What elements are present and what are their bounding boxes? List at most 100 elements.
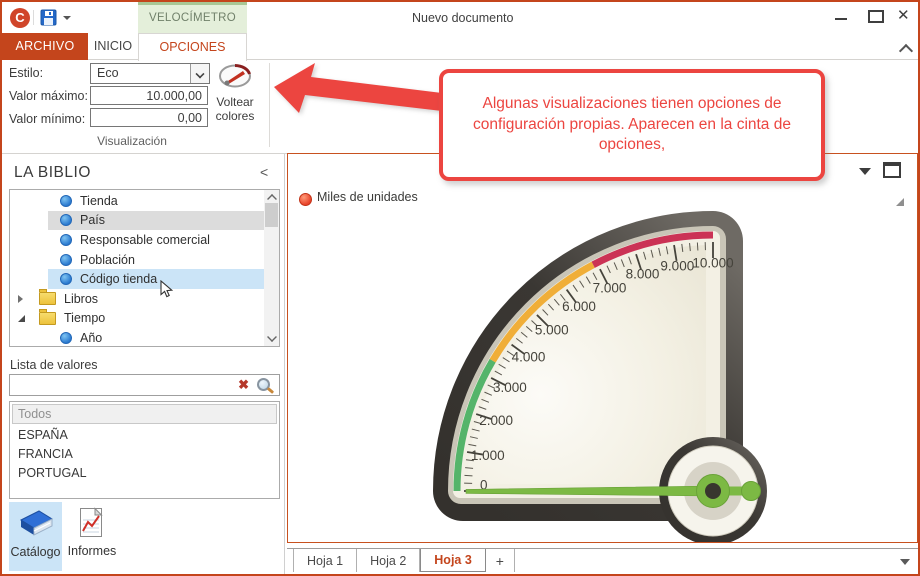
style-select[interactable]: Eco [90, 63, 210, 84]
clear-search-icon[interactable]: ✖ [238, 377, 249, 393]
panel-resize-grip-icon [896, 198, 904, 206]
list-item[interactable]: FRANCIA [10, 445, 279, 464]
svg-text:2.000: 2.000 [479, 413, 513, 428]
sidebar-collapse-icon[interactable]: < [260, 164, 268, 180]
gauge-visualization-panel[interactable]: Miles de unidades 01.0002.0003.0004.0005… [287, 153, 918, 543]
dimension-dot-icon [60, 254, 72, 266]
document-title: Nuevo documento [412, 11, 513, 25]
tree-item-label: País [80, 213, 105, 227]
tab-opciones[interactable]: OPCIONES [138, 33, 247, 61]
svg-text:6.000: 6.000 [562, 299, 596, 314]
panel-maximize-icon[interactable] [883, 162, 901, 178]
gauge-chart: 01.0002.0003.0004.0005.0006.0007.0008.00… [428, 206, 788, 543]
expander-collapsed-icon[interactable] [18, 295, 32, 303]
scroll-down-icon[interactable] [267, 332, 277, 342]
list-item[interactable]: PORTUGAL [10, 464, 279, 483]
minimize-button[interactable] [835, 18, 847, 20]
dimension-dot-icon [60, 214, 72, 226]
values-list: Todos ESPAÑAFRANCIAPORTUGAL [9, 401, 280, 499]
sheet-tab[interactable]: Hoja 3 [420, 549, 486, 572]
chevron-down-icon[interactable] [190, 64, 209, 83]
tree-item-body[interactable]: Año [48, 328, 264, 347]
divider [33, 10, 34, 25]
dimension-dot-icon [60, 195, 72, 207]
list-item[interactable]: ESPAÑA [10, 426, 279, 445]
list-item[interactable]: Todos [12, 404, 277, 424]
tree-item-label: Libros [64, 292, 98, 306]
min-value-label: Valor mínimo: [9, 112, 85, 126]
app-logo-icon[interactable]: C [10, 8, 30, 28]
tree-item-label: Tienda [80, 194, 118, 208]
tree-item[interactable]: Libros [10, 289, 264, 309]
tree-item-label: Responsable comercial [80, 233, 210, 247]
contextual-tab-velocimetro[interactable]: VELOCÍMETRO [138, 2, 247, 33]
folder-icon [39, 312, 56, 325]
tree-item-body[interactable]: Población [48, 250, 264, 270]
book-icon [16, 508, 56, 540]
sheet-tab[interactable]: Hoja 1 [293, 549, 357, 572]
tree-item-body[interactable]: Tienda [48, 191, 264, 211]
svg-text:10.000: 10.000 [692, 256, 733, 271]
close-button[interactable]: ✕ [897, 6, 910, 24]
svg-text:7.000: 7.000 [593, 280, 627, 295]
annotation-text: Algunas visualizaciones tienen opciones … [463, 94, 801, 157]
tree-item[interactable]: Código tienda [10, 269, 264, 289]
tree-item-body[interactable]: Tiempo [32, 309, 264, 329]
tree-item-body[interactable]: Código tienda [48, 269, 264, 289]
tree-item[interactable]: Tiempo [10, 309, 264, 329]
annotation-callout: Algunas visualizaciones tienen opciones … [439, 69, 825, 181]
legend-marker [299, 193, 312, 206]
reports-label: Informes [66, 544, 118, 558]
style-field-label: Estilo: [9, 66, 43, 80]
save-icon[interactable] [40, 9, 57, 26]
svg-text:9.000: 9.000 [660, 258, 694, 273]
quick-access-menu-icon[interactable] [63, 16, 71, 20]
flip-colors-label-2: colores [216, 109, 255, 123]
ribbon-group-label: Visualización [37, 134, 227, 148]
scrollbar-thumb[interactable] [265, 203, 278, 227]
tree-scrollbar[interactable] [264, 190, 279, 346]
dimension-dot-icon [60, 273, 72, 285]
tree-item[interactable]: Responsable comercial [10, 230, 264, 250]
tree-item-label: Población [80, 253, 135, 267]
search-icon[interactable] [257, 378, 270, 391]
app-window: C VELOCÍMETRO Nuevo documento ✕ ARCHIVO … [0, 0, 920, 576]
report-icon [79, 507, 105, 539]
max-value-field[interactable] [90, 86, 208, 105]
gauge-icon [218, 62, 252, 88]
sheet-tab[interactable]: Hoja 2 [357, 549, 420, 572]
tree-item-label: Año [80, 331, 102, 345]
tree-item[interactable]: País [10, 211, 264, 231]
expander-expanded-icon[interactable] [18, 315, 32, 322]
annotation-arrow [267, 57, 447, 127]
tree-item[interactable]: Población [10, 250, 264, 270]
dimension-tree: Tienda País Responsable comercial Población… [9, 189, 280, 347]
tab-inicio[interactable]: INICIO [88, 33, 138, 60]
sheet-overflow-icon[interactable] [900, 559, 910, 565]
maximize-button[interactable] [868, 10, 884, 23]
legend-label: Miles de unidades [317, 190, 418, 204]
tree-item[interactable]: Tienda [10, 191, 264, 211]
tree-item[interactable]: Año [10, 328, 264, 347]
catalog-button[interactable]: Catálogo [9, 502, 62, 571]
mouse-cursor [160, 280, 174, 298]
values-search-input[interactable] [12, 377, 226, 395]
tree-item-body[interactable]: País [48, 211, 264, 231]
values-list-label: Lista de valores [10, 358, 98, 372]
add-sheet-button[interactable]: + [486, 549, 515, 572]
svg-text:1.000: 1.000 [471, 448, 505, 463]
sheet-tab-strip: Hoja 1Hoja 2Hoja 3+ [287, 548, 920, 574]
reports-button[interactable]: Informes [66, 502, 118, 571]
min-value-field[interactable] [90, 108, 208, 127]
tree-item-body[interactable]: Libros [32, 289, 264, 309]
panel-menu-icon[interactable] [859, 168, 871, 175]
flip-colors-button[interactable]: Voltear colores [208, 62, 262, 142]
svg-text:3.000: 3.000 [493, 380, 527, 395]
tree-item-body[interactable]: Responsable comercial [48, 230, 264, 250]
dimension-dot-icon [60, 234, 72, 246]
tab-archivo[interactable]: ARCHIVO [2, 33, 88, 60]
max-value-label: Valor máximo: [9, 89, 88, 103]
flip-colors-label-1: Voltear [216, 95, 253, 109]
collapse-ribbon-icon[interactable] [899, 44, 913, 58]
tree-item-label: Tiempo [64, 311, 105, 325]
